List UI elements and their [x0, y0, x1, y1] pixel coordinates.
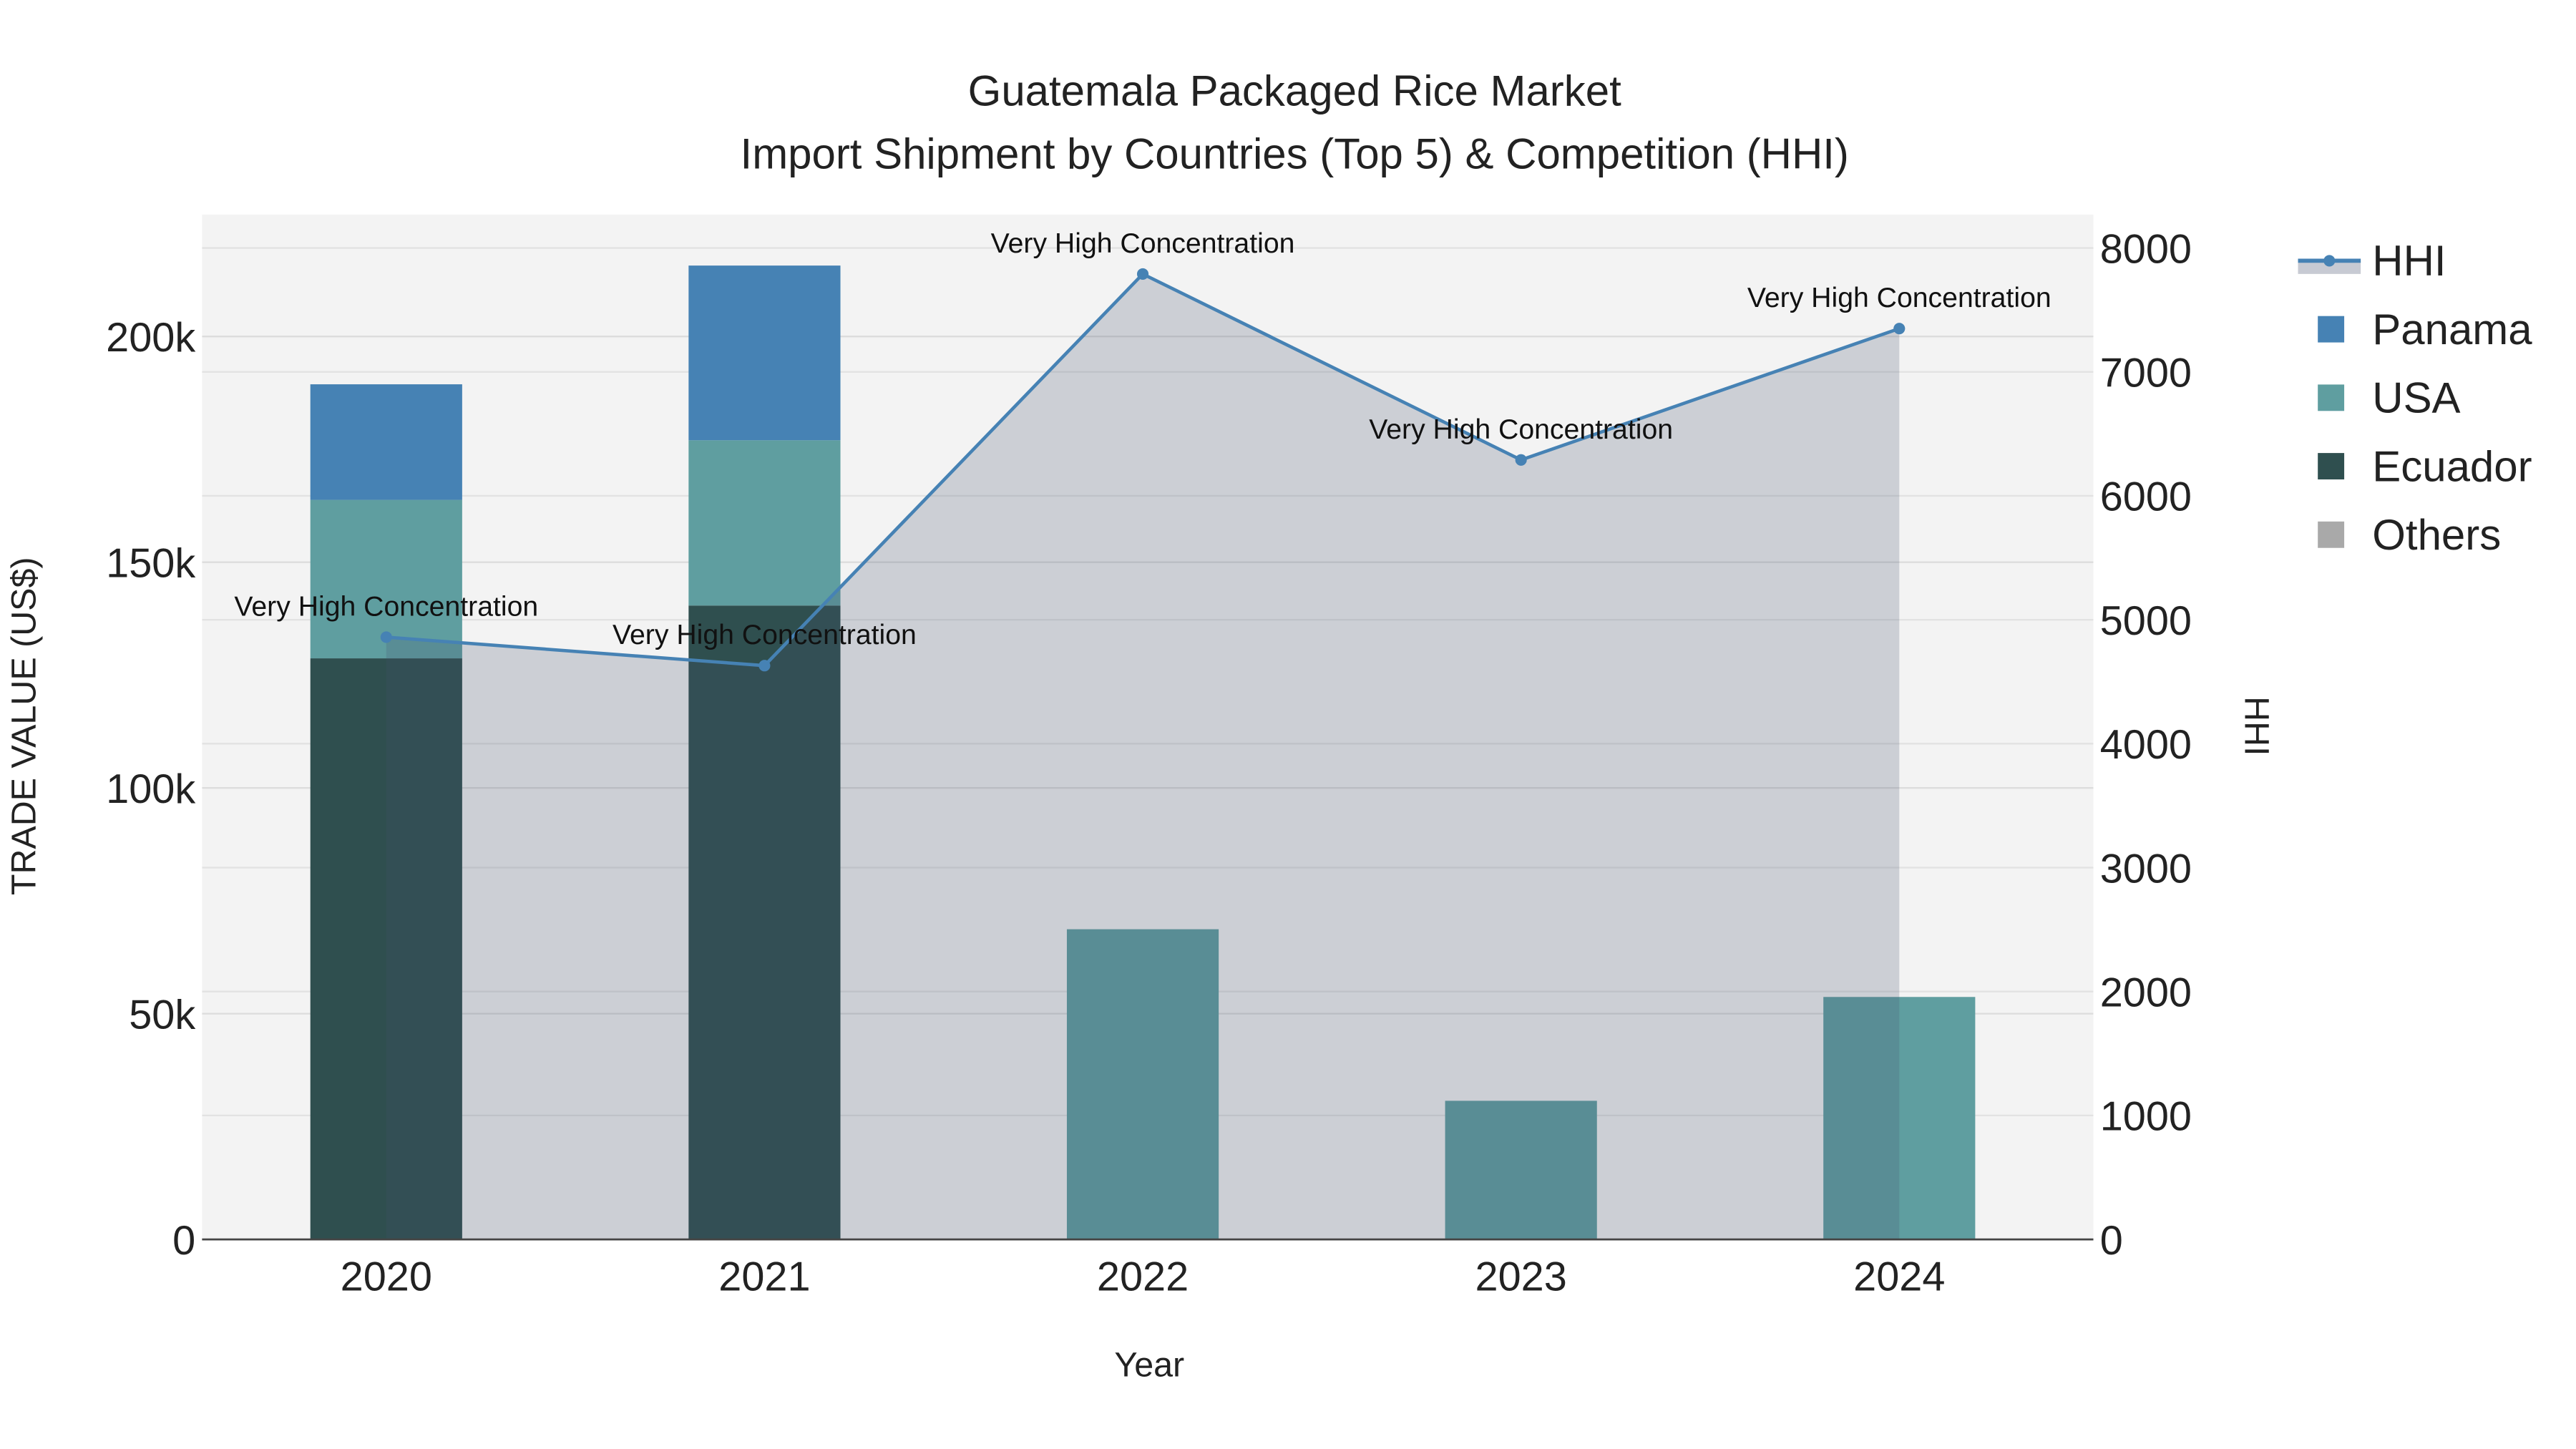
y2-axis-ticks: 0 1000 2000 3000 4000 5000 6000 7000 8000 — [2100, 226, 2192, 1264]
y-axis-label: TRADE VALUE (US$) — [4, 557, 43, 895]
hhi-annotation-2020: Very High Concentration — [234, 591, 538, 622]
y-tick-label: 50k — [129, 992, 195, 1038]
y2-tick-label: 4000 — [2100, 722, 2192, 768]
bar-panama-2020 — [310, 384, 462, 500]
x-tick-label: 2024 — [1853, 1254, 1945, 1300]
x-tick-label: 2022 — [1097, 1254, 1189, 1300]
legend-swatch-panama — [2318, 316, 2345, 343]
hhi-point-2022 — [1136, 268, 1149, 280]
y2-axis-label: HHI — [2238, 696, 2276, 756]
y2-tick-label: 7000 — [2100, 351, 2192, 396]
legend-swatch-usa — [2318, 384, 2345, 411]
chart-title-line2: Import Shipment by Countries (Top 5) & C… — [741, 130, 1849, 177]
legend-swatch-ecuador — [2318, 453, 2345, 480]
y2-tick-label: 2000 — [2100, 970, 2192, 1015]
legend-label-panama: Panama — [2372, 306, 2532, 353]
x-tick-label: 2021 — [718, 1254, 810, 1300]
bar-usa-2021 — [688, 440, 841, 606]
y2-tick-label: 0 — [2100, 1218, 2123, 1264]
hhi-point-2024 — [1893, 323, 1906, 335]
x-tick-label: 2020 — [341, 1254, 432, 1300]
legend: HHI Panama USA Ecuador Others — [2298, 237, 2532, 559]
y2-tick-label: 6000 — [2100, 474, 2192, 520]
x-axis-ticks: 2020 2021 2022 2023 2024 — [341, 1254, 1946, 1300]
y-tick-label: 100k — [106, 766, 195, 812]
y2-tick-label: 5000 — [2100, 598, 2192, 644]
legend-hhi-marker — [2323, 255, 2336, 267]
y2-tick-label: 1000 — [2100, 1094, 2192, 1140]
y-tick-label: 0 — [172, 1218, 195, 1264]
hhi-point-2020 — [380, 631, 392, 643]
legend-label-others: Others — [2372, 511, 2501, 559]
hhi-annotation-2021: Very High Concentration — [613, 620, 917, 650]
legend-label-ecuador: Ecuador — [2372, 442, 2532, 490]
y-tick-label: 200k — [106, 315, 195, 361]
hhi-annotation-2024: Very High Concentration — [1747, 283, 2051, 313]
y2-tick-label: 3000 — [2100, 846, 2192, 892]
hhi-annotation-2022: Very High Concentration — [991, 228, 1295, 259]
bar-panama-2021 — [688, 265, 841, 441]
legend-label-hhi: HHI — [2372, 237, 2446, 285]
chart: Guatemala Packaged Rice Market Import Sh… — [4, 67, 2532, 1385]
chart-title-line1: Guatemala Packaged Rice Market — [968, 67, 1621, 115]
y-axis-ticks: 0 50k 100k 150k 200k — [106, 315, 195, 1264]
hhi-point-2021 — [758, 660, 771, 672]
x-tick-label: 2023 — [1475, 1254, 1567, 1300]
hhi-point-2023 — [1515, 454, 1527, 466]
x-axis-label: Year — [1114, 1346, 1184, 1385]
hhi-annotation-2023: Very High Concentration — [1369, 414, 1673, 445]
legend-label-usa: USA — [2372, 374, 2460, 422]
y2-tick-label: 8000 — [2100, 226, 2192, 272]
legend-swatch-others — [2318, 521, 2345, 548]
y-tick-label: 150k — [106, 540, 195, 586]
